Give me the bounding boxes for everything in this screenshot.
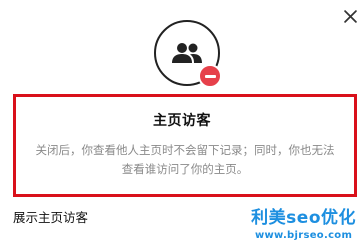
watermark: 利美seo优化 www.bjrseo.com bbox=[251, 210, 356, 241]
watermark-url-text: www.bjrseo.com bbox=[254, 230, 353, 241]
dialog-description-line-1: 关闭后，你查看他人主页时不会留下记录；同时，你也无法 bbox=[35, 143, 335, 157]
dialog-title: 主页访客 bbox=[153, 113, 211, 129]
minus-circle-icon bbox=[198, 64, 222, 88]
show-visitors-setting-label[interactable]: 展示主页访客 bbox=[13, 207, 88, 226]
close-button[interactable] bbox=[340, 6, 360, 26]
hero-avatar-circle bbox=[154, 20, 222, 88]
dialog-description-line-2: 查看谁访问了你的主页。 bbox=[121, 162, 249, 176]
watermark-main-text: 利美seo优化 bbox=[251, 208, 356, 228]
close-icon bbox=[343, 9, 357, 23]
people-icon bbox=[172, 43, 202, 63]
